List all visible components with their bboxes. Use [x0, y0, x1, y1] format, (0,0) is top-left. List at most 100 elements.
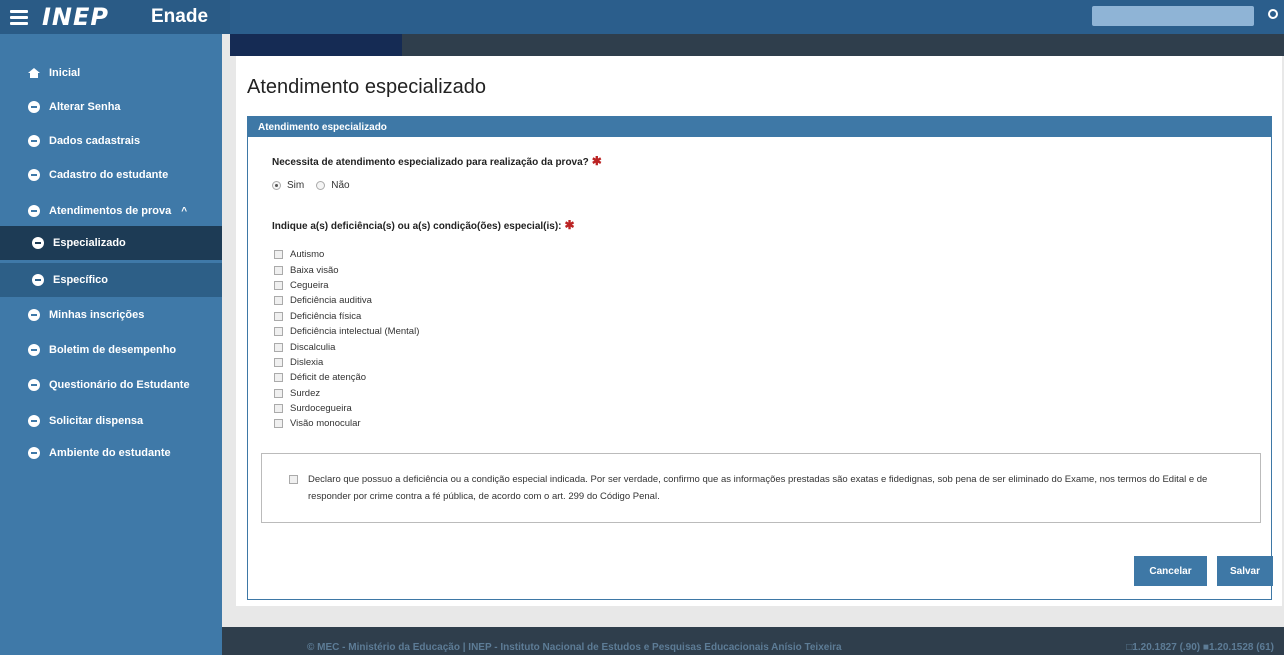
radio-no[interactable]: [316, 181, 326, 190]
sidebar-item-boletim-desempenho[interactable]: Boletim de desempenho: [0, 333, 222, 367]
circle-minus-icon: [28, 447, 40, 459]
circle-minus-icon: [28, 415, 40, 427]
condition-label: Deficiência física: [290, 310, 362, 322]
sidebar-item-questionario-estudante[interactable]: Questionário do Estudante: [0, 368, 222, 402]
condition-item: Baixa visão: [274, 262, 419, 277]
sub-bar-tab: [230, 34, 402, 56]
condition-checkbox[interactable]: [274, 373, 283, 383]
sidebar-item-minhas-inscricoes[interactable]: Minhas inscrições: [0, 298, 222, 332]
condition-checkbox[interactable]: [274, 404, 283, 414]
condition-checkbox[interactable]: [274, 388, 283, 398]
condition-item: Déficit de atenção: [274, 370, 419, 385]
condition-checkbox[interactable]: [274, 357, 283, 367]
assistance-radio-group: Sim Não: [272, 180, 362, 191]
form-panel: Atendimento especializado Necessita de a…: [247, 116, 1272, 600]
condition-label: Dislexia: [290, 356, 324, 368]
footer-version: □1.20.1827 (.90) ■1.20.1528 (61): [1126, 642, 1274, 653]
footer: © MEC - Ministério da Educação | INEP - …: [222, 627, 1284, 655]
circle-minus-icon: [28, 101, 40, 113]
circle-minus-icon: [28, 379, 40, 391]
condition-checkbox[interactable]: [274, 419, 283, 429]
condition-item: Deficiência física: [274, 309, 419, 324]
sidebar-item-ambiente-estudante[interactable]: Ambiente do estudante: [0, 436, 222, 470]
save-button[interactable]: Salvar: [1217, 556, 1273, 586]
question-text: Indique a(s) deficiência(s) ou a(s) cond…: [272, 221, 562, 232]
condition-label: Surdocegueira: [290, 403, 352, 415]
cancel-button[interactable]: Cancelar: [1134, 556, 1207, 586]
sidebar-item-label: Dados cadastrais: [49, 135, 141, 147]
inep-logo[interactable]: INEP: [42, 3, 109, 31]
condition-label: Déficit de atenção: [290, 372, 367, 384]
chevron-up-icon: ^: [181, 205, 188, 217]
condition-item: Surdez: [274, 386, 419, 401]
sidebar-item-label: Alterar Senha: [49, 101, 121, 113]
main-content: Atendimento especializado Atendimento es…: [236, 56, 1282, 606]
circle-minus-icon: [28, 205, 40, 217]
circle-minus-icon: [28, 309, 40, 321]
menu-icon[interactable]: [10, 9, 28, 25]
question-needs-assistance: Necessita de atendimento especializado p…: [272, 154, 602, 168]
footer-text: © MEC - Ministério da Educação | INEP - …: [307, 642, 842, 653]
condition-label: Visão monocular: [290, 418, 361, 430]
condition-label: Deficiência auditiva: [290, 295, 372, 307]
condition-label: Cegueira: [290, 279, 329, 291]
condition-checkbox[interactable]: [274, 280, 283, 290]
declaration-row: Declaro que possuo a deficiência ou a co…: [289, 471, 1249, 505]
radio-yes[interactable]: [272, 181, 281, 190]
condition-checkbox[interactable]: [274, 265, 283, 275]
condition-label: Surdez: [290, 387, 321, 399]
condition-checkbox[interactable]: [274, 342, 283, 352]
declaration-text: Declaro que possuo a deficiência ou a co…: [308, 474, 1208, 502]
sidebar-item-cadastro-estudante[interactable]: Cadastro do estudante: [0, 158, 222, 192]
condition-label: Deficiência intelectual (Mental): [290, 326, 420, 338]
condition-item: Surdocegueira: [274, 401, 419, 416]
sidebar-item-label: Cadastro do estudante: [49, 169, 169, 181]
condition-checkbox[interactable]: [274, 311, 283, 321]
condition-item: Deficiência intelectual (Mental): [274, 324, 419, 339]
sidebar-item-especializado[interactable]: Especializado: [0, 226, 222, 260]
sidebar-item-label: Minhas inscrições: [49, 309, 145, 321]
condition-item: Autismo: [274, 247, 419, 262]
sub-bar: [230, 34, 1284, 56]
sidebar-item-label: Específico: [53, 274, 109, 286]
panel-title: Atendimento especializado: [248, 117, 1271, 137]
sidebar-item-especifico[interactable]: Específico: [0, 263, 222, 297]
condition-item: Cegueira: [274, 278, 419, 293]
sidebar-item-solicitar-dispensa[interactable]: Solicitar dispensa: [0, 404, 222, 438]
condition-checkbox[interactable]: [274, 296, 283, 306]
condition-item: Visão monocular: [274, 416, 419, 431]
condition-label: Discalculia: [290, 341, 336, 353]
declaration-checkbox[interactable]: [289, 475, 298, 484]
sidebar: Inicial Alterar Senha Dados cadastrais C…: [0, 34, 222, 655]
condition-label: Baixa visão: [290, 264, 339, 276]
sidebar-item-label: Inicial: [49, 67, 81, 79]
condition-checkbox[interactable]: [274, 250, 283, 260]
radio-no-label: Não: [331, 180, 350, 191]
sidebar-item-label: Boletim de desempenho: [49, 344, 177, 356]
question-text: Necessita de atendimento especializado p…: [272, 157, 589, 168]
required-mark: ✱: [564, 218, 575, 232]
power-icon[interactable]: [1268, 9, 1278, 19]
sidebar-item-alterar-senha[interactable]: Alterar Senha: [0, 90, 222, 124]
sidebar-item-label: Ambiente do estudante: [49, 447, 171, 459]
condition-checkbox[interactable]: [274, 327, 283, 337]
radio-yes-label: Sim: [287, 180, 305, 191]
sidebar-item-label: Atendimentos de prova: [49, 205, 172, 217]
app-name[interactable]: Enade: [151, 6, 208, 28]
circle-minus-icon: [28, 344, 40, 356]
sidebar-item-label: Solicitar dispensa: [49, 415, 144, 427]
home-icon: [28, 68, 40, 78]
sidebar-item-atendimentos-prova[interactable]: Atendimentos de prova ^: [0, 194, 222, 228]
sidebar-item-label: Questionário do Estudante: [49, 379, 190, 391]
sidebar-item-dados-cadastrais[interactable]: Dados cadastrais: [0, 124, 222, 158]
condition-item: Deficiência auditiva: [274, 293, 419, 308]
condition-item: Dislexia: [274, 355, 419, 370]
page-title: Atendimento especializado: [247, 76, 487, 98]
brand-area: INEP Enade: [0, 0, 230, 34]
user-name-field[interactable]: [1092, 6, 1254, 26]
circle-minus-icon: [32, 274, 44, 286]
condition-item: Discalculia: [274, 339, 419, 354]
circle-minus-icon: [28, 135, 40, 147]
sidebar-item-label: Especializado: [53, 237, 126, 249]
sidebar-item-inicial[interactable]: Inicial: [0, 56, 222, 90]
